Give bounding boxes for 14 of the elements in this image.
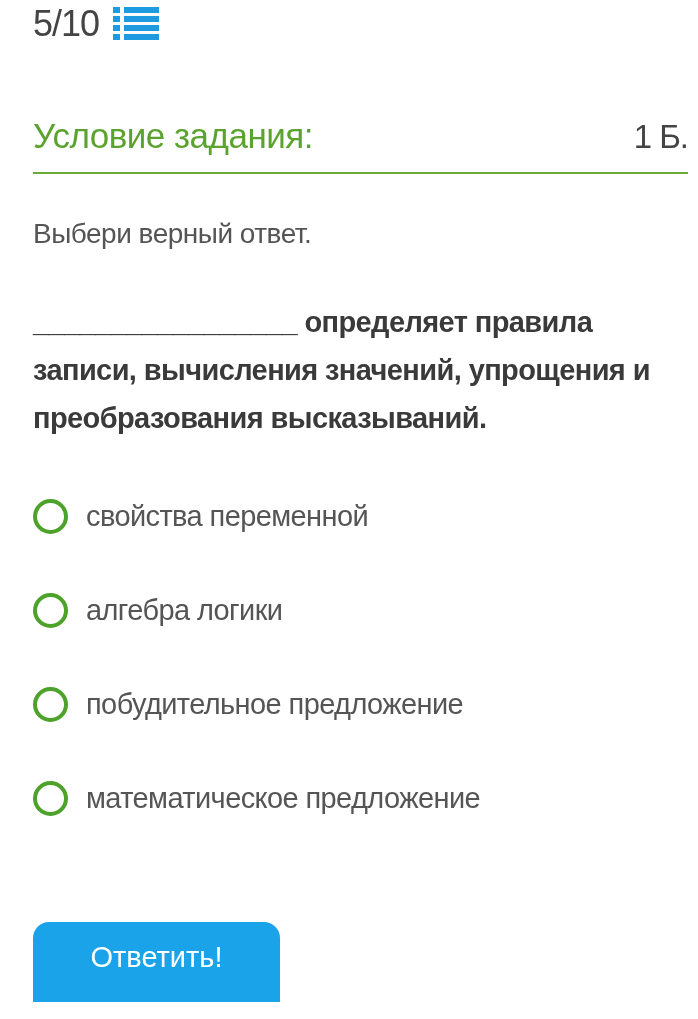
question-text: _________________ определяет правила записи, вычисления значений, упрощения и преобразования высказываний. bbox=[33, 305, 651, 436]
option-label[interactable]: свойства переменной bbox=[86, 499, 369, 533]
task-heading: Условие задания: bbox=[33, 116, 313, 156]
points-label: 1 Б. bbox=[633, 118, 688, 156]
radio-button[interactable] bbox=[33, 592, 68, 628]
radio-button[interactable] bbox=[33, 780, 68, 816]
list-icon[interactable] bbox=[113, 6, 160, 42]
question-counter: 5/10 bbox=[33, 3, 100, 45]
option-label[interactable]: математическое предложение bbox=[86, 781, 481, 815]
option-label[interactable]: алгебра логики bbox=[86, 593, 283, 627]
option-label[interactable]: побудительное предложение bbox=[86, 687, 464, 721]
radio-button[interactable] bbox=[33, 686, 68, 722]
instruction-text: Выбери верный ответ. bbox=[33, 218, 313, 250]
radio-button[interactable] bbox=[33, 498, 68, 534]
